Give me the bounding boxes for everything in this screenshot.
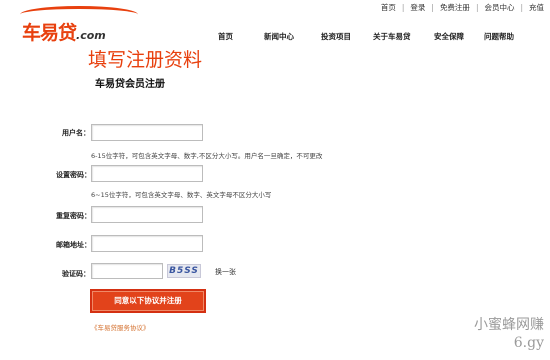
email-input[interactable] — [91, 235, 203, 252]
password-label: 设置密码： — [56, 171, 91, 179]
nav-about[interactable]: 关于车易贷 — [373, 31, 411, 42]
site-logo[interactable]: 车易贷.com — [14, 4, 154, 44]
nav-home[interactable]: 首页 — [218, 31, 233, 42]
nav-news[interactable]: 新闻中心 — [264, 31, 294, 42]
captcha-input[interactable] — [91, 263, 163, 279]
top-link-recharge[interactable]: 充值 — [529, 2, 544, 13]
top-link-separator: | — [520, 3, 523, 12]
watermark-line1: 小蜜蜂网赚 — [474, 317, 544, 333]
username-input[interactable] — [91, 124, 203, 141]
top-link-separator: | — [475, 3, 479, 12]
agree-register-button[interactable]: 同意以下协议并注册 — [90, 289, 206, 313]
logo-text: 车易贷 — [22, 22, 77, 44]
top-link-separator: | — [401, 3, 405, 12]
watermark: 小蜜蜂网赚 6.gy — [474, 316, 544, 352]
captcha-label: 验证码： — [62, 270, 90, 278]
username-label: 用户名： — [62, 129, 90, 137]
nav-security[interactable]: 安全保障 — [434, 31, 464, 42]
top-link-login[interactable]: 登录 — [410, 2, 425, 13]
username-hint: 6-15位字符，可包含英文字母、数字,不区分大小写。用户名一旦确定，不可更改 — [91, 152, 323, 160]
logo-domain: .com — [76, 29, 106, 42]
form-title: 车易贷会员注册 — [95, 79, 165, 90]
top-link-register[interactable]: 免费注册 — [440, 2, 470, 13]
top-links: 首页 | 登录 | 免费注册 | 会员中心 | 充值 — [381, 2, 544, 13]
nav-projects[interactable]: 投资项目 — [321, 31, 351, 42]
top-link-home[interactable]: 首页 — [381, 2, 396, 13]
email-label: 邮箱地址： — [56, 241, 91, 249]
password-hint: 6~15位字符，可包含英文字母、数字、英文字母不区分大小写 — [91, 191, 272, 199]
password-input[interactable] — [91, 165, 203, 182]
confirm-password-input[interactable] — [91, 206, 203, 223]
watermark-line2: 6.gy — [513, 335, 544, 351]
top-link-member-center[interactable]: 会员中心 — [484, 2, 514, 13]
nav-help[interactable]: 问题帮助 — [484, 31, 514, 42]
top-link-separator: | — [431, 3, 434, 12]
confirm-password-label: 重复密码： — [56, 212, 91, 220]
captcha-image[interactable]: B5SS — [167, 264, 201, 278]
page-title: 填写注册资料 — [88, 49, 203, 71]
captcha-refresh-link[interactable]: 换一张 — [215, 267, 236, 277]
service-agreement-link[interactable]: 《车易贷服务协议》 — [91, 322, 150, 332]
